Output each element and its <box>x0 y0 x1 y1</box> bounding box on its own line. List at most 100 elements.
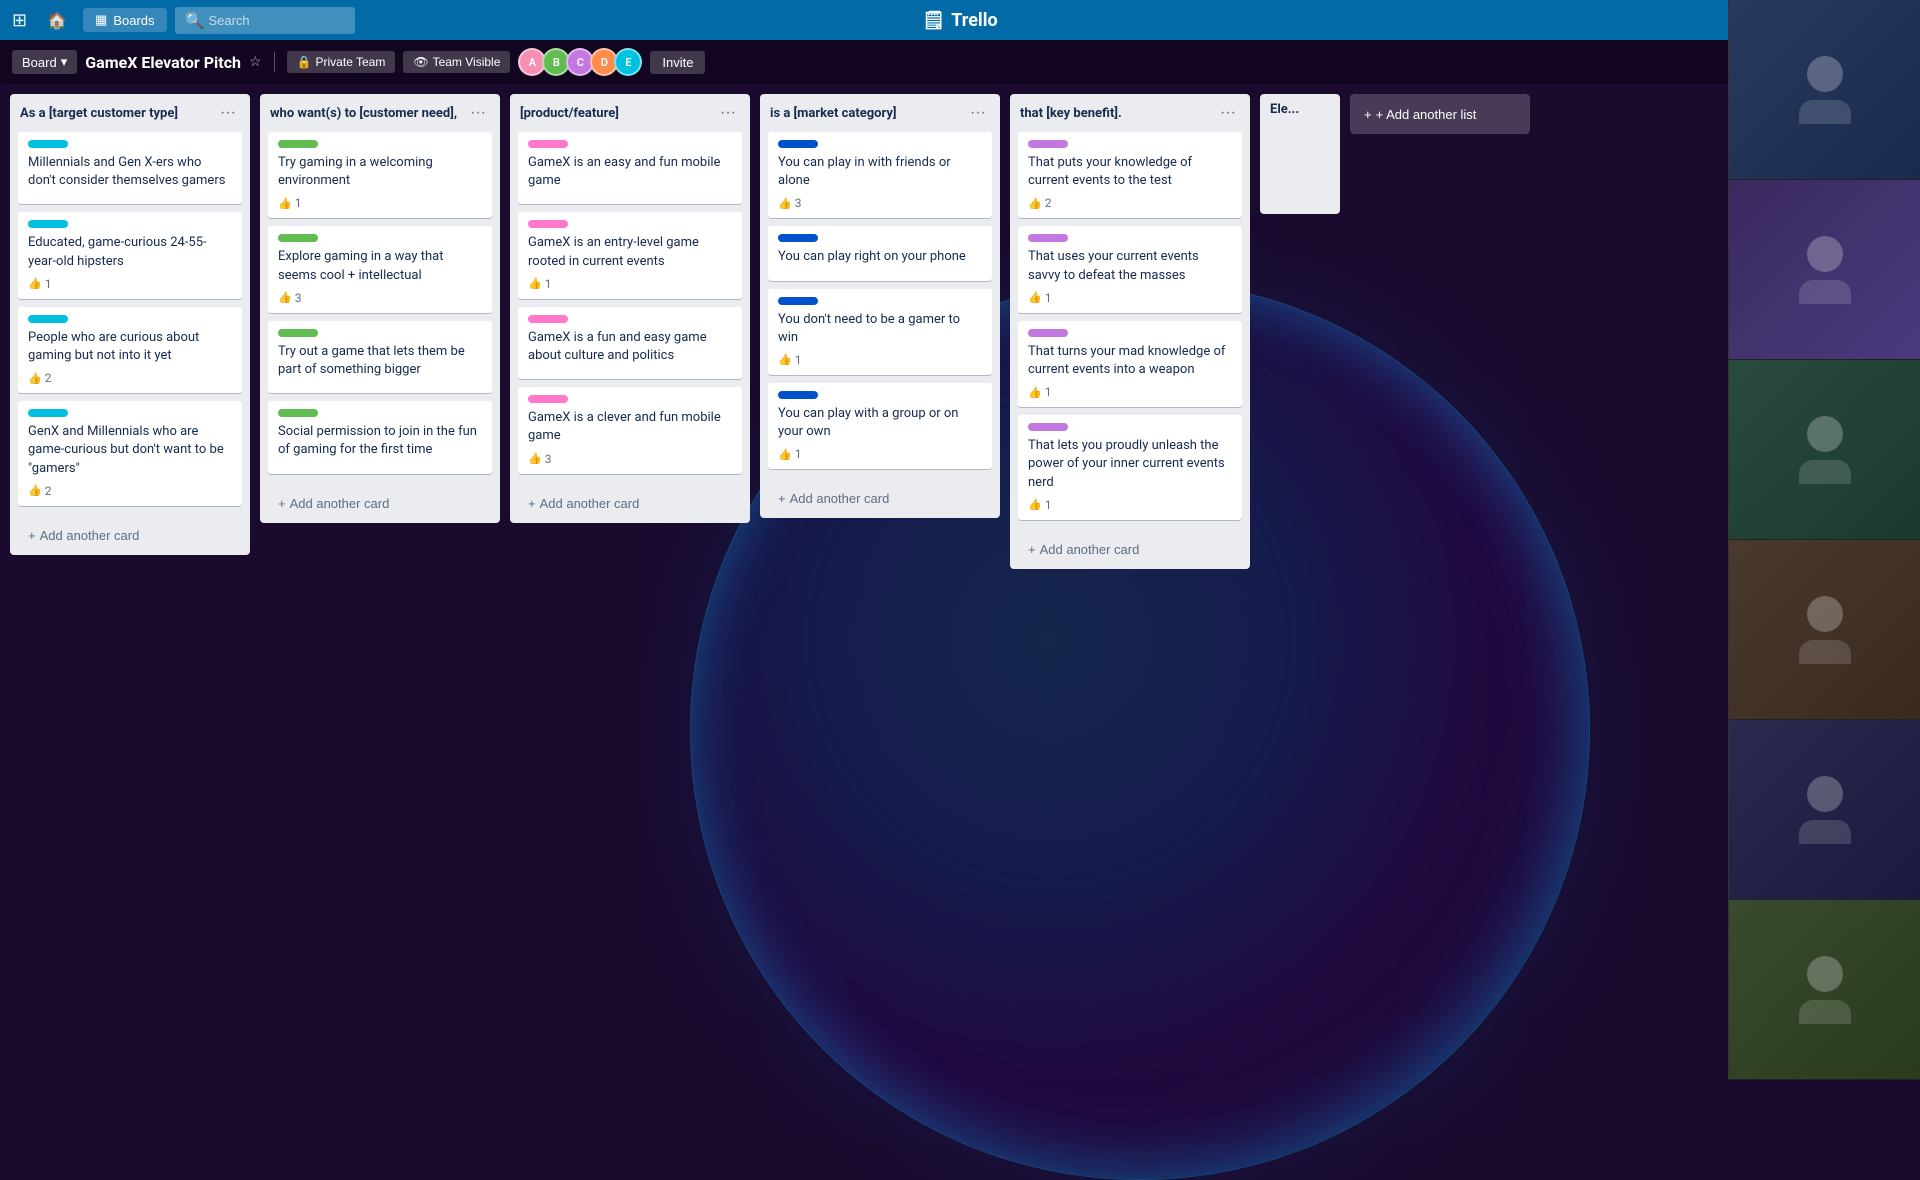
card[interactable]: GameX is an entry-level game rooted in c… <box>518 212 742 298</box>
add-card-button[interactable]: + Add another card <box>268 488 492 519</box>
column-partial: Ele... <box>1260 94 1340 214</box>
card[interactable]: That uses your current events savvy to d… <box>1018 226 1242 312</box>
archive-icon[interactable]: ⊟ <box>1242 533 1250 564</box>
add-list-button[interactable]: + + Add another list <box>1350 94 1530 134</box>
add-card-label: Add another card <box>790 491 890 506</box>
card-footer: 👍 1 <box>1028 498 1232 512</box>
add-card-button[interactable]: + Add another card <box>18 520 242 551</box>
card-votes: 👍 1 <box>278 196 301 210</box>
visibility-label: Team Visible <box>433 55 501 69</box>
board-title: GameX Elevator Pitch <box>85 53 241 72</box>
column-title: As a [target customer type] <box>20 106 216 121</box>
card-text: That lets you proudly unleash the power … <box>1028 437 1232 492</box>
column-header: is a [market category] ··· <box>760 94 1000 132</box>
card[interactable]: You can play with a group or on your own… <box>768 383 992 469</box>
column-col4: is a [market category] ··· You can play … <box>760 94 1000 518</box>
card[interactable]: People who are curious about gaming but … <box>18 307 242 393</box>
card[interactable]: Explore gaming in a way that seems cool … <box>268 226 492 312</box>
board-menu-label: Board <box>22 55 57 70</box>
archive-icon[interactable]: ⊟ <box>742 487 750 518</box>
thumbs-up-icon: 👍 <box>1028 498 1042 511</box>
invite-button[interactable]: Invite <box>650 51 705 74</box>
card-footer: 👍 1 <box>778 447 982 461</box>
card[interactable]: You can play in with friends or alone 👍 … <box>768 132 992 218</box>
video-feed <box>1729 360 1920 539</box>
boards-icon: ▦ <box>95 12 107 28</box>
board-menu-chevron: ▾ <box>61 54 68 70</box>
card-text: GameX is an easy and fun mobile game <box>528 154 732 190</box>
card[interactable]: You can play right on your phone <box>768 226 992 280</box>
home-icon[interactable]: 🏠 <box>39 7 75 34</box>
card-text: You don't need to be a gamer to win <box>778 311 982 347</box>
archive-icon[interactable]: ⊟ <box>492 487 500 518</box>
column-menu-button[interactable]: ··· <box>216 102 240 124</box>
column-title: is a [market category] <box>770 106 966 121</box>
video-cell-6 <box>1729 900 1920 1080</box>
vote-count: 3 <box>795 196 802 210</box>
card[interactable]: You don't need to be a gamer to win 👍 1 <box>768 289 992 375</box>
vote-count: 2 <box>1045 196 1052 210</box>
board-menu-button[interactable]: Board ▾ <box>12 50 77 74</box>
privacy-button[interactable]: 🔒 Private Team <box>287 51 396 73</box>
card[interactable]: Try out a game that lets them be part of… <box>268 321 492 393</box>
card-footer: 👍 1 <box>278 196 482 210</box>
add-card-button[interactable]: + Add another card <box>768 483 992 514</box>
card-votes: 👍 1 <box>1028 291 1051 305</box>
card[interactable]: That puts your knowledge of current even… <box>1018 132 1242 218</box>
card-votes: 👍 3 <box>278 291 301 305</box>
avatar[interactable]: E <box>614 48 642 76</box>
add-card-button[interactable]: + Add another card <box>1018 534 1242 565</box>
card[interactable]: GameX is a fun and easy game about cultu… <box>518 307 742 379</box>
column-cards: You can play in with friends or alone 👍 … <box>760 132 1000 477</box>
board-star-icon[interactable]: ☆ <box>249 54 262 70</box>
board-content: As a [target customer type] ··· Millenni… <box>0 84 1920 1080</box>
column-col5: that [key benefit]. ··· That puts your k… <box>1010 94 1250 569</box>
card[interactable]: GenX and Millennials who are game-curiou… <box>18 401 242 506</box>
column-menu-button[interactable]: ··· <box>1216 102 1240 124</box>
card[interactable]: Try gaming in a welcoming environment 👍 … <box>268 132 492 218</box>
card[interactable]: GameX is a clever and fun mobile game 👍 … <box>518 387 742 473</box>
plus-icon: + <box>778 491 786 506</box>
card[interactable]: Social permission to join in the fun of … <box>268 401 492 473</box>
archive-icon[interactable]: ⊟ <box>992 482 1000 513</box>
column-title: [product/feature] <box>520 106 716 121</box>
card[interactable]: That lets you proudly unleash the power … <box>1018 415 1242 520</box>
video-feed <box>1729 540 1920 719</box>
card-label <box>1028 423 1068 431</box>
card-label <box>1028 140 1068 148</box>
thumbs-up-icon: 👍 <box>778 197 792 210</box>
thumbs-up-icon: 👍 <box>1028 386 1042 399</box>
card-footer: 👍 1 <box>1028 291 1232 305</box>
card-label <box>278 329 318 337</box>
visibility-button[interactable]: 👁 Team Visible <box>403 51 510 73</box>
trello-logo-icon: 🗒 <box>922 10 945 31</box>
board-toolbar: Board ▾ GameX Elevator Pitch ☆ 🔒 Private… <box>0 40 1920 84</box>
card[interactable]: Millennials and Gen X-ers who don't cons… <box>18 132 242 204</box>
card[interactable]: That turns your mad knowledge of current… <box>1018 321 1242 407</box>
column-header: [product/feature] ··· <box>510 94 750 132</box>
archive-icon[interactable]: ⊟ <box>242 519 250 550</box>
add-card-button[interactable]: + Add another card <box>518 488 742 519</box>
column-menu-button[interactable]: ··· <box>466 102 490 124</box>
card[interactable]: GameX is an easy and fun mobile game <box>518 132 742 204</box>
grid-icon[interactable]: ⊞ <box>8 6 31 35</box>
card-footer: 👍 2 <box>1028 196 1232 210</box>
column-header: who want(s) to [customer need], ··· <box>260 94 500 132</box>
thumbs-up-icon: 👍 <box>528 452 542 465</box>
boards-label: Boards <box>113 13 154 28</box>
card-text: GameX is an entry-level game rooted in c… <box>528 234 732 270</box>
card-footer: 👍 2 <box>28 484 232 498</box>
vote-count: 1 <box>1045 291 1052 305</box>
column-cards: Millennials and Gen X-ers who don't cons… <box>10 132 250 514</box>
card-votes: 👍 1 <box>1028 385 1051 399</box>
column-menu-button[interactable]: ··· <box>716 102 740 124</box>
search-input[interactable] <box>208 13 344 28</box>
card-label <box>778 234 818 242</box>
card-votes: 👍 1 <box>1028 498 1051 512</box>
column-col1: As a [target customer type] ··· Millenni… <box>10 94 250 555</box>
column-menu-button[interactable]: ··· <box>966 102 990 124</box>
card[interactable]: Educated, game-curious 24-55-year-old hi… <box>18 212 242 298</box>
column-footer: + Add another card ⊟ <box>760 477 1000 518</box>
boards-button[interactable]: ▦ Boards <box>83 8 167 32</box>
card-label <box>1028 234 1068 242</box>
